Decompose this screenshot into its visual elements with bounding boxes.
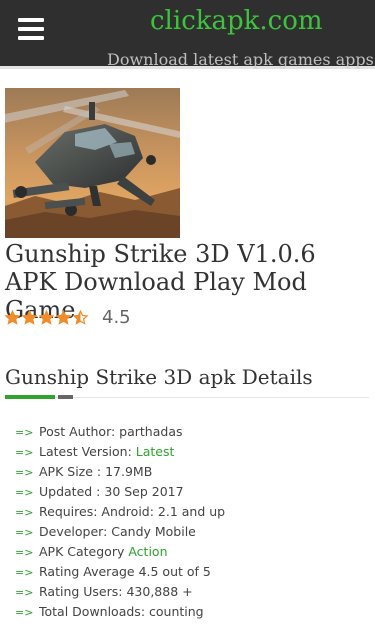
arrow-marker: => bbox=[15, 426, 34, 439]
site-tagline: Download latest apk games apps bbox=[107, 50, 374, 69]
detail-text: Total Downloads: counting bbox=[39, 604, 204, 619]
detail-link[interactable]: Latest bbox=[136, 444, 175, 459]
detail-text: Rating Users: 430,888 + bbox=[39, 584, 193, 599]
detail-item: => Updated : 30 Sep 2017 bbox=[15, 482, 225, 502]
arrow-marker: => bbox=[15, 446, 34, 459]
heading-accent-green bbox=[5, 395, 55, 399]
detail-item: => Developer: Candy Mobile bbox=[15, 522, 225, 542]
star-full-icon bbox=[56, 309, 71, 325]
site-title-link[interactable]: clickapk.com bbox=[150, 6, 323, 36]
detail-text: APK Size : 17.9MB bbox=[39, 464, 153, 479]
details-heading: Gunship Strike 3D apk Details bbox=[5, 365, 313, 389]
detail-text: Rating Average 4.5 out of 5 bbox=[39, 564, 211, 579]
star-rating bbox=[5, 309, 88, 325]
arrow-marker: => bbox=[15, 566, 34, 579]
detail-text: Latest Version: bbox=[39, 444, 136, 459]
detail-text: Developer: Candy Mobile bbox=[39, 524, 196, 539]
arrow-marker: => bbox=[15, 526, 34, 539]
detail-text: Updated : 30 Sep 2017 bbox=[39, 484, 184, 499]
arrow-marker: => bbox=[15, 506, 34, 519]
site-header: clickapk.com Download latest apk games a… bbox=[0, 0, 375, 69]
rating-value: 4.5 bbox=[102, 306, 131, 328]
detail-item: => Rating Average 4.5 out of 5 bbox=[15, 562, 225, 582]
menu-bar bbox=[18, 36, 44, 40]
detail-text: APK Category bbox=[39, 544, 129, 559]
star-half-icon bbox=[73, 309, 88, 325]
arrow-marker: => bbox=[15, 546, 34, 559]
star-full-icon bbox=[39, 309, 54, 325]
detail-text: Post Author: parthadas bbox=[39, 424, 183, 439]
arrow-marker: => bbox=[15, 486, 34, 499]
star-full-icon bbox=[5, 309, 20, 325]
helicopter-illustration bbox=[5, 88, 180, 238]
rating-row: 4.5 bbox=[5, 305, 131, 329]
detail-item: => Post Author: parthadas bbox=[15, 422, 225, 442]
details-list: => Post Author: parthadas => Latest Version… bbox=[15, 422, 225, 622]
detail-item: => Total Downloads: counting bbox=[15, 602, 225, 622]
arrow-marker: => bbox=[15, 586, 34, 599]
detail-item: => APK Category Action bbox=[15, 542, 225, 562]
detail-item: => APK Size : 17.9MB bbox=[15, 462, 225, 482]
menu-bar bbox=[18, 18, 44, 22]
detail-text: Requires: Android: 2.1 and up bbox=[39, 504, 226, 519]
detail-item: => Requires: Android: 2.1 and up bbox=[15, 502, 225, 522]
arrow-marker: => bbox=[15, 606, 34, 619]
detail-item: => Latest Version: Latest bbox=[15, 442, 225, 462]
detail-link[interactable]: Action bbox=[128, 544, 167, 559]
hamburger-menu-icon[interactable] bbox=[18, 18, 44, 40]
heading-accent-gray bbox=[58, 395, 73, 399]
menu-bar bbox=[18, 27, 44, 31]
helicopter-gunship-image bbox=[5, 88, 180, 238]
detail-item: => Rating Users: 430,888 + bbox=[15, 582, 225, 602]
star-full-icon bbox=[22, 309, 37, 325]
arrow-marker: => bbox=[15, 466, 34, 479]
